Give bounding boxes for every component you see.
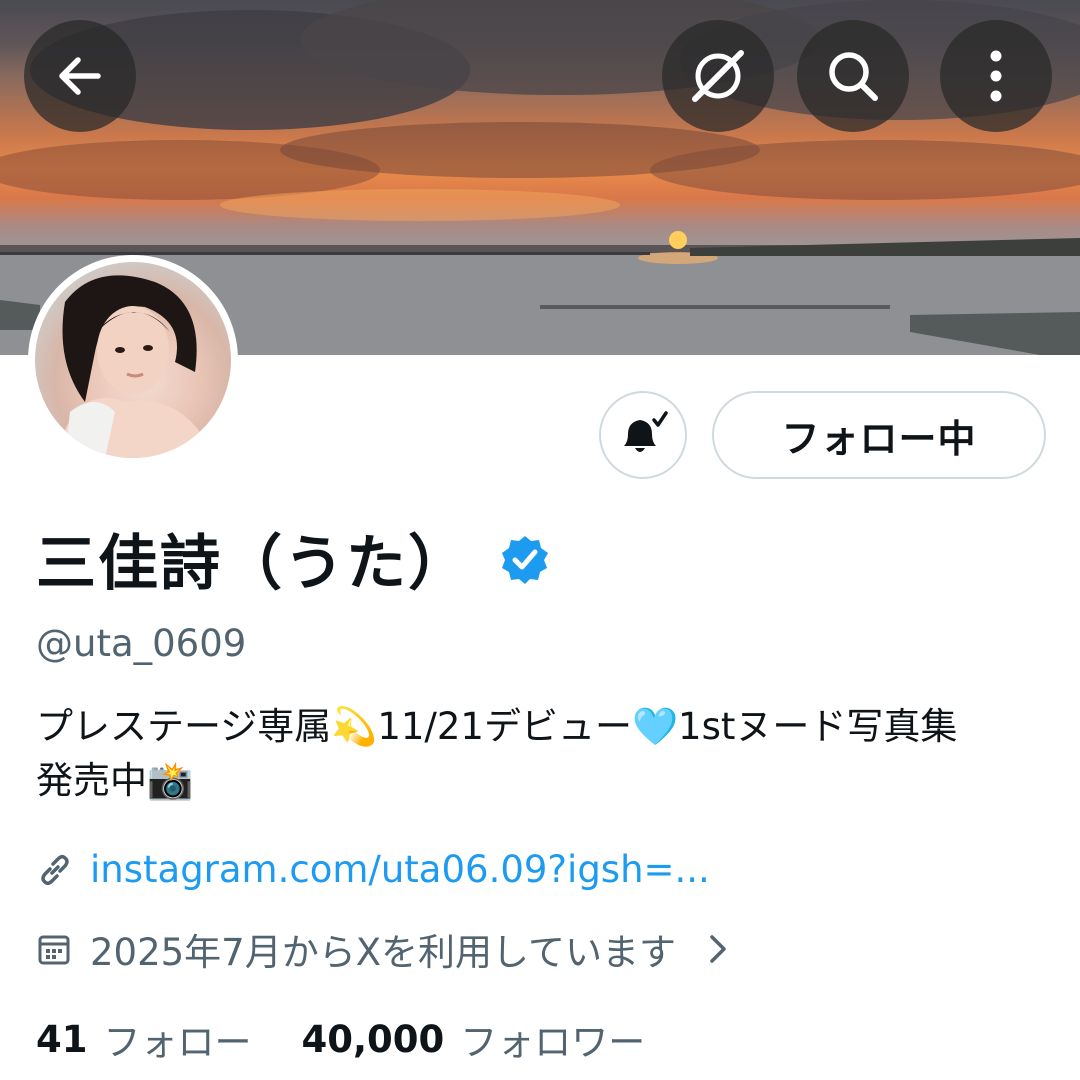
following-count: 41 xyxy=(36,1017,88,1061)
bell-check-icon xyxy=(624,411,668,452)
following-stat[interactable]: 41 フォロー xyxy=(36,1012,252,1066)
calendar-icon xyxy=(38,935,70,965)
display-name: 三佳詩（うた） xyxy=(36,529,470,599)
following-button[interactable]: フォロー中 xyxy=(712,391,1046,479)
avatar-image xyxy=(35,262,231,458)
arrow-left-icon xyxy=(59,57,101,95)
search-button[interactable] xyxy=(797,20,909,132)
followers-count: 40,000 xyxy=(301,1017,445,1061)
followers-label: フォロワー xyxy=(460,1021,646,1064)
search-icon xyxy=(829,52,878,101)
grok-button[interactable] xyxy=(662,20,774,132)
following-label: フォロー xyxy=(103,1021,252,1064)
avatar[interactable] xyxy=(28,255,238,465)
back-button[interactable] xyxy=(24,20,136,132)
joined-date-row[interactable]: 2025年7月からXを利用しています xyxy=(36,922,732,976)
grok-icon xyxy=(692,50,744,102)
link-icon xyxy=(41,854,69,885)
chevron-right-icon xyxy=(710,935,726,963)
more-vertical-icon xyxy=(990,50,1002,102)
bio-line: プレステージ専属💫11/21デビュー🩵1stヌード写真集 xyxy=(36,705,958,748)
verified-badge-icon[interactable] xyxy=(500,534,550,584)
more-button[interactable] xyxy=(940,20,1052,132)
profile-link-row[interactable]: instagram.com/uta06.09?igsh=... xyxy=(36,848,710,891)
joined-date: 2025年7月からXを利用しています xyxy=(90,931,676,974)
follow-stats: 41 フォロー 40,000 フォロワー xyxy=(36,1012,645,1066)
name-row: 三佳詩（うた） xyxy=(36,515,550,602)
user-handle: @uta_0609 xyxy=(36,622,247,665)
bio-line: 発売中📸 xyxy=(36,759,194,802)
profile-link[interactable]: instagram.com/uta06.09?igsh=... xyxy=(90,848,710,891)
followers-stat[interactable]: 40,000 フォロワー xyxy=(302,1012,646,1066)
notification-settings-button[interactable] xyxy=(599,391,687,479)
profile-bio: プレステージ専属💫11/21デビュー🩵1stヌード写真集 発売中📸 xyxy=(36,700,1056,808)
